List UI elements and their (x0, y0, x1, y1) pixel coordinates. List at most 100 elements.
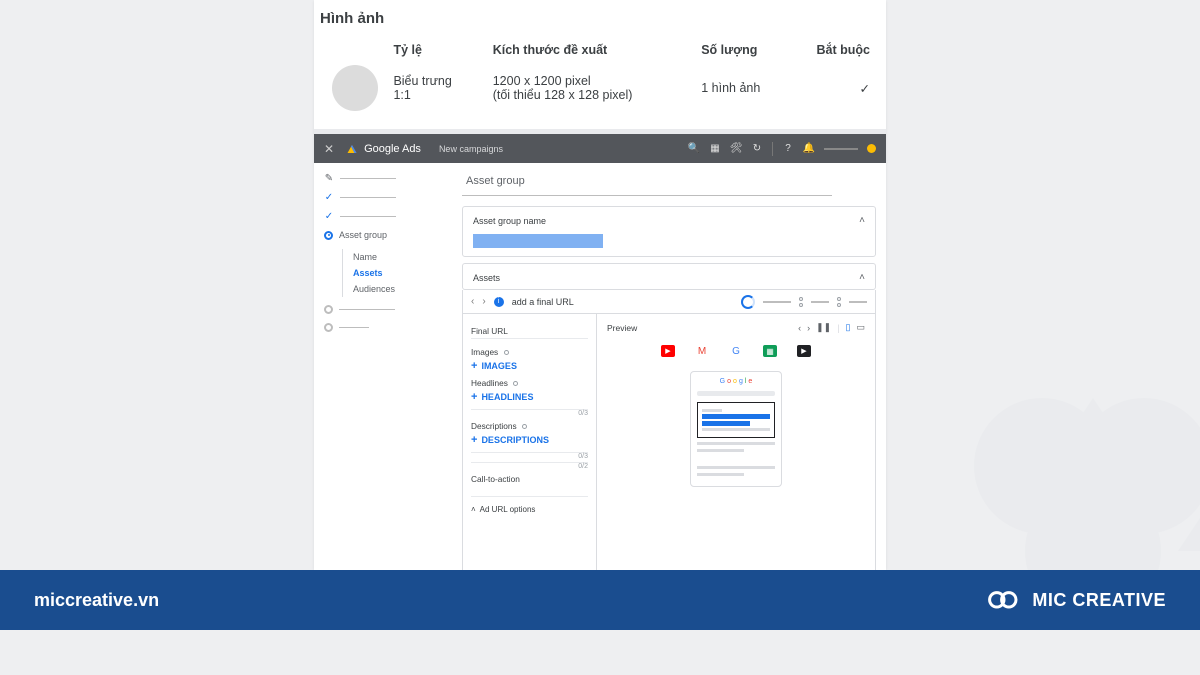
search-icon[interactable]: 🔍 (688, 143, 700, 155)
separator (772, 142, 773, 156)
headlines-label: Headlines (471, 378, 508, 388)
sidebar-step-1[interactable]: ✎ (324, 173, 450, 183)
rec-line2: (tối thiểu 128 x 128 pixel) (493, 88, 702, 102)
preview-label: Preview (607, 323, 637, 333)
chevron-left-icon[interactable]: ‹ (471, 296, 474, 307)
info-icon: i (494, 297, 504, 307)
preview-channel-icons: ▶ M G ▦ ▶ (607, 345, 865, 357)
ratio-line2: 1:1 (393, 88, 492, 102)
sidebar-step-2[interactable]: ✓ (324, 192, 450, 202)
sidebar-item-assets[interactable]: Assets (353, 265, 450, 281)
discover-icon[interactable]: ▦ (763, 345, 777, 357)
placeholder-line (849, 301, 867, 303)
image-requirements-section: Hình ảnh Tỷ lệ Kích thước đề xuất Số lượ… (314, 0, 886, 119)
main-panel: Hình ảnh Tỷ lệ Kích thước đề xuất Số lượ… (314, 0, 886, 569)
add-headlines-button[interactable]: + HEADLINES (471, 391, 588, 403)
asset-group-title: Asset group (462, 171, 832, 196)
chevron-right-icon[interactable]: › (482, 296, 485, 307)
status-dot-icon (504, 350, 509, 355)
dots-icon (799, 297, 803, 307)
preview-panel: Preview ‹ › ❚❚ | ▯ ▭ ▶ (597, 314, 875, 577)
phone-google-logo: Google (697, 378, 775, 385)
ads-sidebar: ✎ ✓ ✓ Asset group Name Assets (314, 163, 454, 588)
ads-subtitle: New campaigns (439, 144, 503, 154)
ads-brand-label: Google Ads (364, 143, 421, 155)
account-avatar-icon[interactable] (867, 144, 876, 153)
add-descriptions-button[interactable]: + DESCRIPTIONS (471, 434, 588, 446)
check-icon: ✓ (324, 211, 334, 221)
tools-icon[interactable]: 🛠 (730, 143, 742, 155)
status-dot-icon (513, 381, 518, 386)
chevron-up-icon[interactable]: ˄ (859, 272, 865, 283)
chevron-up-icon[interactable]: ˄ (859, 215, 865, 226)
google-ads-logo-icon (346, 143, 358, 155)
asset-group-name-input[interactable] (473, 234, 603, 248)
sidebar-step-asset-group[interactable]: Asset group (324, 230, 450, 240)
ads-topbar: ✕ Google Ads New campaigns 🔍 ▦ 🛠 ↻ ? 🔔 (314, 134, 886, 163)
dots-icon (837, 297, 841, 307)
ad-url-options-toggle[interactable]: ˄ Ad URL options (471, 505, 588, 514)
check-icon: ✓ (324, 192, 334, 202)
col-required: Bắt buộc (810, 43, 870, 57)
sidebar-item-audiences[interactable]: Audiences (353, 281, 450, 297)
progress-line (824, 148, 858, 150)
ads-body: ✎ ✓ ✓ Asset group Name Assets (314, 163, 886, 588)
preview-next-icon[interactable]: › (807, 323, 810, 333)
counter-3: 0/2 (471, 463, 588, 470)
asset-group-name-label: Asset group name (473, 216, 546, 226)
display-icon[interactable]: ▶ (797, 345, 811, 357)
gmail-icon[interactable]: M (695, 345, 709, 357)
youtube-icon[interactable]: ▶ (661, 345, 675, 357)
rec-line1: 1200 x 1200 pixel (493, 74, 702, 88)
pencil-icon: ✎ (324, 173, 334, 183)
google-icon[interactable]: G (729, 345, 743, 357)
required-check: ✓ (810, 81, 870, 96)
cta-label: Call-to-action (471, 474, 588, 484)
mic-creative-logo-icon (986, 589, 1022, 611)
add-images-button[interactable]: + IMAGES (471, 360, 588, 372)
notifications-icon[interactable]: 🔔 (803, 143, 815, 155)
plus-icon: + (471, 434, 477, 446)
col-recommended: Kích thước đề xuất (493, 43, 702, 57)
final-url-label: Final URL (471, 326, 588, 336)
sidebar-asset-group-label: Asset group (339, 230, 387, 240)
reports-icon[interactable]: ▦ (709, 143, 721, 155)
close-icon[interactable]: ✕ (324, 142, 334, 156)
refresh-icon[interactable]: ↻ (751, 143, 763, 155)
sidebar-step-3[interactable]: ✓ (324, 211, 450, 221)
col-ratio: Tỷ lệ (393, 43, 492, 57)
spinner-icon (741, 295, 755, 309)
preview-pause-icon[interactable]: ❚❚ (816, 322, 831, 333)
phone-ad-card (697, 402, 775, 438)
ads-topbar-tools: 🔍 ▦ 🛠 ↻ ? 🔔 (688, 142, 876, 156)
desktop-view-icon[interactable]: ▭ (856, 322, 865, 333)
sidebar-step-5[interactable] (324, 305, 450, 314)
assets-split-panel: Final URL Images + IMAGES Headlines (462, 314, 876, 578)
assets-info-banner: ‹ › i add a final URL (462, 290, 876, 314)
asset-group-name-card[interactable]: Asset group name ˄ (462, 206, 876, 257)
assets-left-panel: Final URL Images + IMAGES Headlines (463, 314, 597, 577)
images-label: Images (471, 347, 498, 357)
counter-2: 0/3 (471, 453, 588, 460)
logo-placeholder-icon (332, 65, 378, 111)
help-icon[interactable]: ? (782, 143, 794, 155)
table-row: Biểu trưng 1:1 1200 x 1200 pixel (tối th… (316, 61, 870, 115)
footer-brand-label: MIC CREATIVE (1032, 590, 1166, 611)
sidebar-item-name[interactable]: Name (353, 249, 450, 265)
sidebar-step-6[interactable] (324, 323, 450, 332)
table-header-row: Tỷ lệ Kích thước đề xuất Số lượng Bắt bu… (316, 39, 870, 61)
col-quantity: Số lượng (701, 43, 810, 57)
phone-search-bar (697, 391, 775, 396)
sidebar-sub-nav: Name Assets Audiences (342, 249, 450, 297)
radio-off-icon (324, 323, 333, 332)
page-footer: miccreative.vn MIC CREATIVE (0, 570, 1200, 630)
phone-preview: Google (690, 371, 782, 487)
mobile-view-icon[interactable]: ▯ (846, 322, 851, 333)
preview-prev-icon[interactable]: ‹ (798, 323, 801, 333)
radio-on-icon (324, 231, 333, 240)
image-section-title: Hình ảnh (320, 10, 870, 27)
assets-card-header[interactable]: Assets ˄ (462, 263, 876, 290)
assets-label: Assets (473, 273, 500, 283)
plus-icon: + (471, 360, 477, 372)
plus-icon: + (471, 391, 477, 403)
